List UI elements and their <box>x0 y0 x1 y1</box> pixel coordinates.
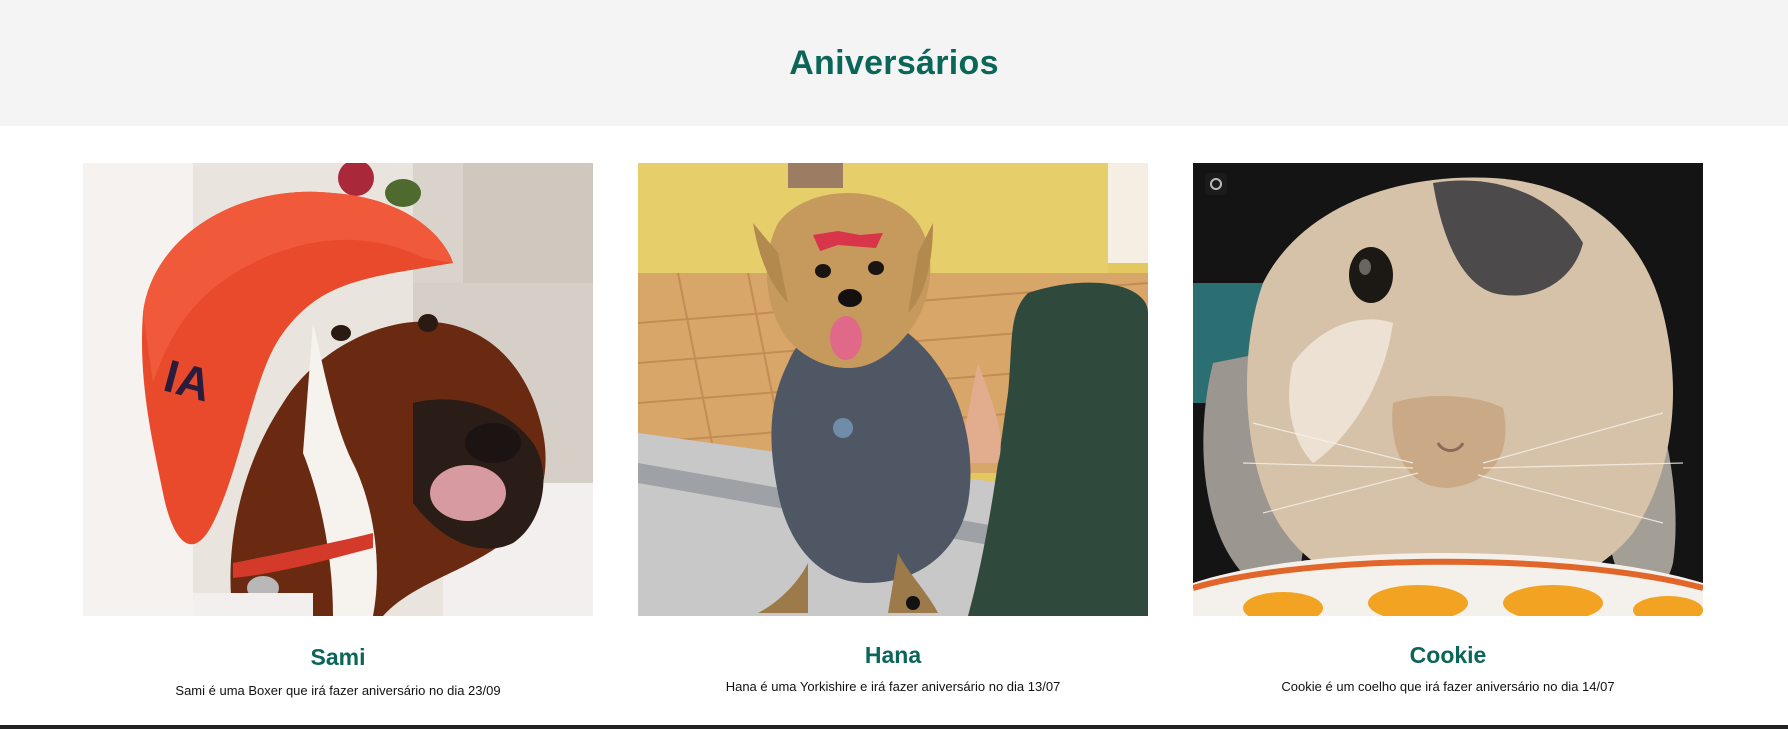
rabbit-image <box>1193 163 1703 616</box>
media-icon[interactable] <box>1205 173 1227 195</box>
section-title: Aniversários <box>789 43 999 82</box>
pet-photo[interactable]: IA <box>83 163 593 616</box>
pet-description: Sami é uma Boxer que irá fazer aniversár… <box>175 683 501 698</box>
pet-name: Sami <box>310 644 366 670</box>
pet-name: Hana <box>864 642 922 668</box>
boxer-dog-image: IA <box>83 163 593 616</box>
pet-card-hana: Hana Hana é uma Yorkishire e irá fazer a… <box>638 163 1148 696</box>
pet-card-sami: IA Sami Sami é uma Boxer que irá fazer a… <box>83 163 593 700</box>
pet-description: Hana é uma Yorkishire e irá fazer aniver… <box>725 679 1061 694</box>
pet-name: Cookie <box>1409 642 1487 668</box>
pet-photo[interactable] <box>638 163 1148 616</box>
yorkshire-dog-image <box>638 163 1148 616</box>
pet-photo[interactable] <box>1193 163 1703 616</box>
pet-card-cookie: Cookie Cookie é um coelho que irá fazer … <box>1193 163 1703 696</box>
pet-description: Cookie é um coelho que irá fazer anivers… <box>1281 679 1615 694</box>
section-header: Aniversários <box>0 0 1788 126</box>
footer-divider <box>0 725 1788 729</box>
